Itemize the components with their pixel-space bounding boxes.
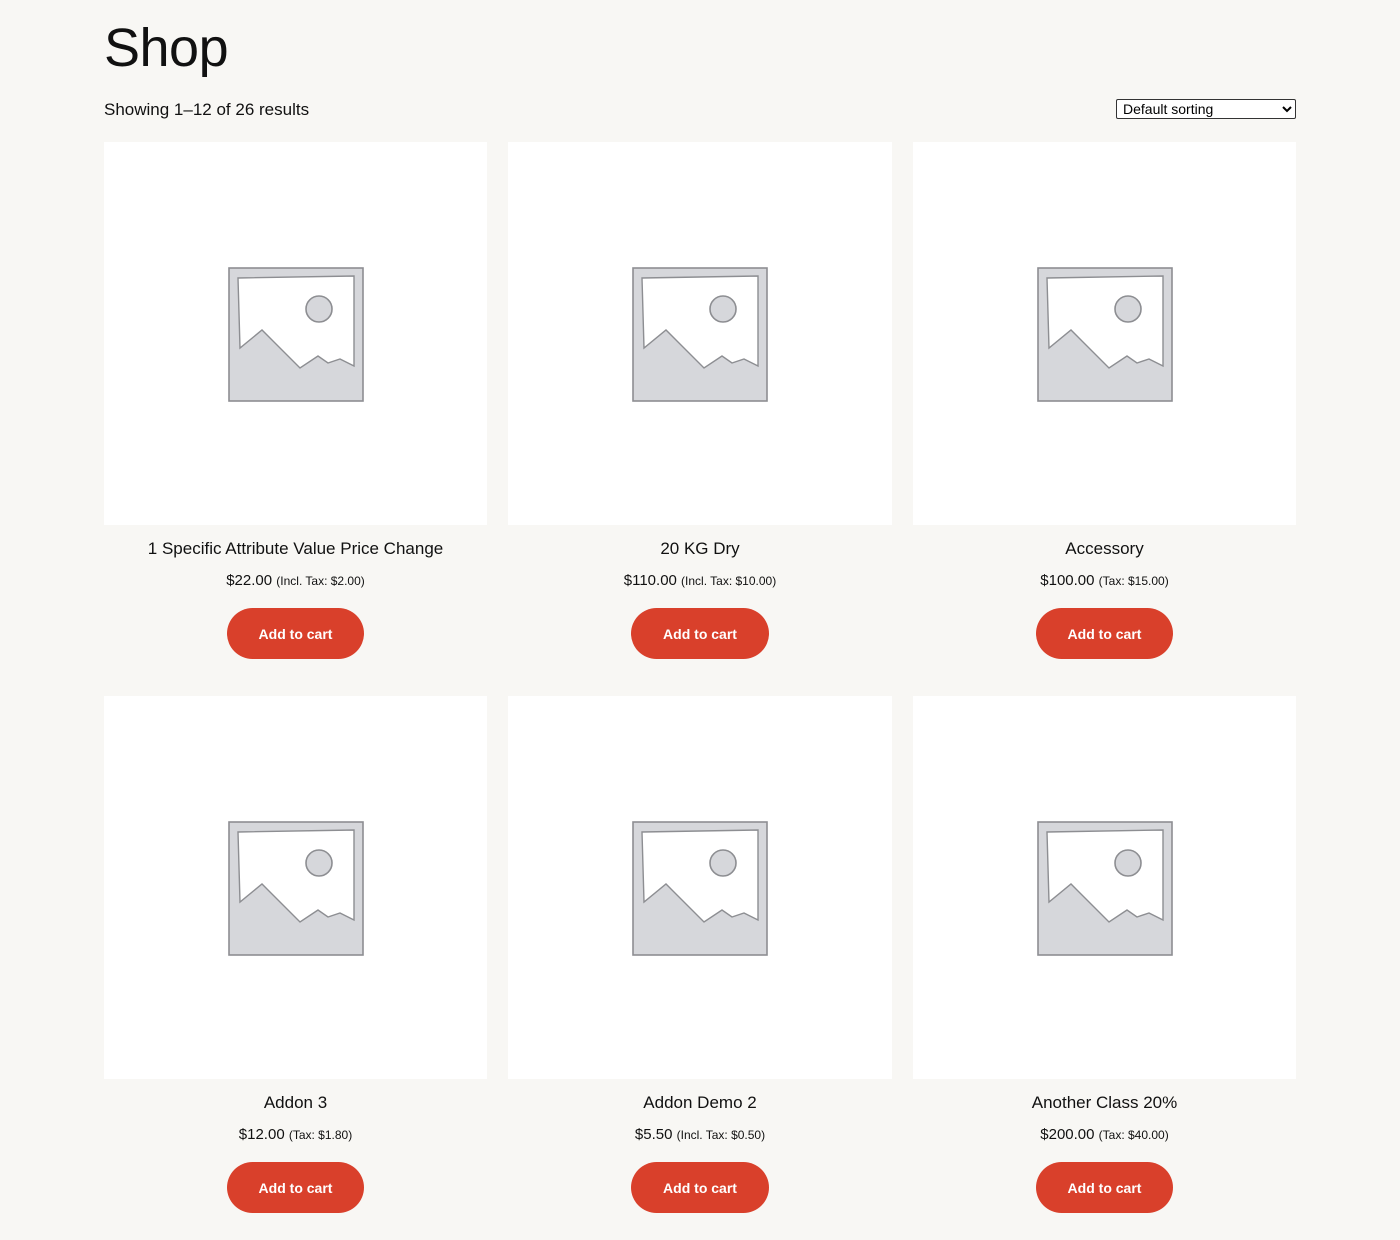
tax-note: (Incl. Tax: $0.50) [676,1128,766,1142]
product-price: $12.00 (Tax: $1.80) [239,1125,352,1145]
product-card: 1 Specific Attribute Value Price Change … [104,142,487,659]
image-placeholder-icon [632,266,768,402]
product-thumbnail[interactable] [913,696,1296,1079]
price-amount: $12.00 [238,1126,285,1143]
product-card: Addon 3 $12.00 (Tax: $1.80) Add to cart [104,696,487,1213]
result-count: Showing 1–12 of 26 results [104,100,310,119]
page-title: Shop [104,18,229,78]
product-price: $22.00 (Incl. Tax: $2.00) [226,571,365,591]
product-price: $100.00 (Tax: $15.00) [1040,571,1168,591]
add-to-cart-button[interactable]: Add to cart [1035,608,1174,659]
product-name[interactable]: Addon Demo 2 [643,1092,756,1114]
add-to-cart-button[interactable]: Add to cart [631,1162,769,1213]
tax-note: (Incl. Tax: $2.00) [276,574,365,588]
product-thumbnail[interactable] [913,142,1296,525]
image-placeholder-icon [1036,820,1173,956]
product-card: Addon Demo 2 $5.50 (Incl. Tax: $0.50) Ad… [508,696,892,1213]
product-grid: 1 Specific Attribute Value Price Change … [104,142,1296,1213]
product-name[interactable]: Accessory [1065,538,1143,560]
product-thumbnail[interactable] [508,142,892,525]
image-placeholder-icon [227,820,364,956]
add-to-cart-button[interactable]: Add to cart [226,608,365,659]
product-name[interactable]: Another Class 20% [1032,1092,1178,1114]
add-to-cart-button[interactable]: Add to cart [1035,1162,1174,1213]
product-thumbnail[interactable] [508,696,892,1079]
price-amount: $100.00 [1040,572,1095,589]
tax-note: (Tax: $15.00) [1098,574,1169,588]
price-amount: $22.00 [226,572,273,589]
shop-page: Shop Showing 1–12 of 26 results Default … [0,0,1400,1240]
image-placeholder-icon [227,266,364,402]
product-card: Another Class 20% $200.00 (Tax: $40.00) … [913,696,1296,1213]
image-placeholder-icon [1036,266,1173,402]
product-price: $200.00 (Tax: $40.00) [1040,1125,1168,1145]
product-thumbnail[interactable] [104,142,487,525]
sort-select[interactable]: Default sorting [1116,99,1296,119]
product-name[interactable]: 1 Specific Attribute Value Price Change [148,538,443,560]
product-card: Accessory $100.00 (Tax: $15.00) Add to c… [913,142,1296,659]
tax-note: (Tax: $1.80) [288,1128,353,1142]
product-name[interactable]: Addon 3 [264,1092,327,1114]
product-price: $110.00 (Incl. Tax: $10.00) [624,571,776,591]
image-placeholder-icon [632,820,768,956]
product-card: 20 KG Dry $110.00 (Incl. Tax: $10.00) Ad… [508,142,892,659]
add-to-cart-button[interactable]: Add to cart [226,1162,365,1213]
product-thumbnail[interactable] [104,696,487,1079]
product-name[interactable]: 20 KG Dry [660,538,739,560]
tax-note: (Incl. Tax: $10.00) [681,574,777,588]
price-amount: $110.00 [623,572,677,589]
price-amount: $5.50 [634,1126,673,1143]
product-price: $5.50 (Incl. Tax: $0.50) [635,1125,765,1145]
add-to-cart-button[interactable]: Add to cart [631,608,769,659]
tax-note: (Tax: $40.00) [1098,1128,1169,1142]
price-amount: $200.00 [1040,1126,1095,1143]
